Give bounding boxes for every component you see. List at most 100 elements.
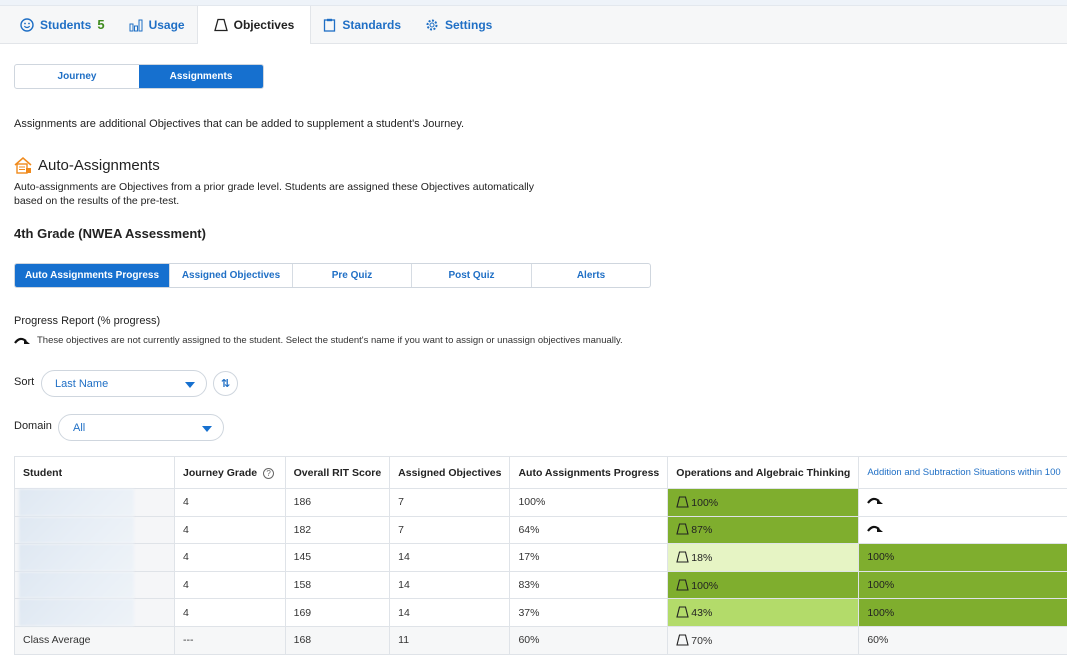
trapezoid-icon [213, 18, 228, 32]
nav-tab-objectives[interactable]: Objectives [196, 6, 312, 44]
domain-label: Domain [14, 420, 52, 432]
student-name-cell[interactable] [14, 543, 175, 572]
operations-algebraic-cell[interactable]: 100% [667, 488, 860, 517]
table-row: 4 158 14 83% 100% 100% [14, 570, 1067, 600]
sort-select[interactable]: Last Name [41, 370, 207, 397]
table-row: 4 182 7 64% 87% [14, 515, 1067, 545]
addition-subtraction-cell[interactable] [858, 515, 1067, 545]
nav-tab-label: Usage [148, 17, 185, 32]
progress-report-note-text: These objectives are not currently assig… [37, 335, 623, 346]
intro-text: Assignments are additional Objectives th… [14, 118, 465, 130]
subtab-alerts[interactable]: Alerts [532, 264, 650, 287]
chevron-down-icon [185, 382, 195, 388]
journey-grade-cell: 4 [174, 543, 286, 572]
assigned-objectives-cell: 7 [389, 488, 511, 517]
redacted-name [19, 544, 134, 571]
progress-report-title: Progress Report (% progress) [14, 315, 161, 327]
header-label: Journey Grade [183, 466, 258, 479]
nav-tab-usage[interactable]: Usage [117, 6, 197, 43]
subtab-assigned-objectives[interactable]: Assigned Objectives [170, 264, 293, 287]
auto-assignments-description: Auto-assignments are Objectives from a p… [14, 181, 535, 207]
auto-assign-icon [14, 157, 32, 174]
assigned-objectives-cell: 7 [389, 515, 511, 545]
redacted-name [19, 571, 134, 599]
addition-subtraction-cell[interactable]: 100% [858, 598, 1067, 627]
operations-algebraic-cell[interactable]: 18% [667, 543, 860, 572]
header-operations-algebraic[interactable]: Operations and Algebraic Thinking [667, 456, 860, 489]
cell-value: 100% [691, 496, 719, 509]
sort-label: Sort [14, 376, 35, 388]
nav-tab-standards[interactable]: Standards [311, 6, 413, 43]
clipboard-icon [324, 18, 336, 32]
main-nav: Students 5 Usage Objectives Standards Se… [0, 6, 1067, 44]
header-journey-grade[interactable]: Journey Grade? [174, 456, 286, 489]
domain-select[interactable]: All [58, 414, 224, 441]
table-row: 4 186 7 100% 100% [14, 488, 1067, 517]
table-row: 4 169 14 37% 43% 100% [14, 598, 1067, 627]
operations-algebraic-cell: 70% [667, 625, 860, 655]
student-name-cell[interactable] [14, 488, 175, 517]
progress-report-note: These objectives are not currently assig… [14, 335, 623, 346]
redacted-name [19, 489, 134, 516]
assignments-tab[interactable]: Assignments [139, 65, 263, 88]
header-addition-subtraction[interactable]: Addition and Subtraction Situations with… [858, 456, 1067, 489]
cell-value: 18% [691, 551, 713, 564]
subtab-pre-quiz[interactable]: Pre Quiz [293, 264, 412, 287]
sort-arrows-icon: ⇅ [220, 378, 231, 390]
nav-tab-label: Settings [445, 17, 493, 32]
redacted-name [19, 516, 134, 544]
auto-assignments-heading: Auto-Assignments [14, 157, 160, 174]
journey-tab[interactable]: Journey [15, 65, 139, 88]
assigned-objectives-cell: 14 [389, 570, 511, 600]
nav-tab-label: Students [40, 17, 92, 32]
addition-subtraction-cell[interactable] [858, 488, 1067, 517]
assigned-objectives-cell: 11 [389, 625, 511, 655]
unassigned-arrow-icon [867, 498, 884, 505]
assigned-objectives-cell: 14 [389, 598, 511, 627]
journey-grade-cell: 4 [174, 598, 286, 627]
cell-value: 87% [691, 524, 713, 537]
rit-score-cell: 186 [284, 488, 391, 517]
operations-algebraic-cell[interactable]: 87% [667, 515, 860, 545]
auto-progress-cell: 100% [509, 488, 669, 517]
auto-progress-cell: 83% [509, 570, 669, 600]
auto-progress-cell: 64% [509, 515, 669, 545]
operations-algebraic-cell[interactable]: 100% [667, 570, 860, 600]
nav-tab-label: Standards [342, 17, 401, 32]
grade-title: 4th Grade (NWEA Assessment) [14, 226, 206, 241]
operations-algebraic-cell[interactable]: 43% [667, 598, 860, 627]
unassigned-arrow-icon [14, 337, 30, 344]
rit-score-cell: 182 [284, 515, 391, 545]
redacted-name [19, 599, 134, 626]
header-auto-progress[interactable]: Auto Assignments Progress [509, 456, 669, 489]
student-name-cell[interactable] [14, 515, 175, 545]
auto-progress-cell: 37% [509, 598, 669, 627]
header-rit-score[interactable]: Overall RIT Score [284, 456, 391, 489]
assigned-objectives-cell: 14 [389, 543, 511, 572]
cell-value: 43% [691, 607, 713, 620]
header-assigned-objectives[interactable]: Assigned Objectives [389, 456, 511, 489]
table-row: 4 145 14 17% 18% 100% [14, 543, 1067, 572]
nav-tab-label: Objectives [233, 18, 295, 32]
nav-tab-students[interactable]: Students 5 [8, 6, 117, 43]
student-name-cell[interactable] [14, 598, 175, 627]
sort-direction-button[interactable]: ⇅ [213, 371, 238, 396]
objective-icon [676, 579, 689, 591]
auto-progress-cell: 60% [509, 625, 669, 655]
student-name-cell[interactable] [14, 570, 175, 600]
header-student[interactable]: Student [14, 456, 175, 489]
help-icon[interactable]: ? [263, 467, 275, 479]
sort-value: Last Name [55, 377, 109, 390]
subtab-post-quiz[interactable]: Post Quiz [412, 264, 532, 287]
subtab-auto-assignments-progress[interactable]: Auto Assignments Progress [15, 264, 170, 287]
objective-icon [676, 523, 689, 535]
addition-subtraction-cell[interactable]: 100% [858, 570, 1067, 600]
class-average-row: Class Average --- 168 11 60% 70% 60% [14, 625, 1067, 655]
journey-grade-cell: 4 [174, 515, 286, 545]
domain-value: All [73, 421, 86, 434]
objective-icon [676, 551, 689, 563]
auto-progress-cell: 17% [509, 543, 669, 572]
cell-value: 100% [691, 579, 719, 592]
nav-tab-settings[interactable]: Settings [413, 6, 504, 43]
addition-subtraction-cell[interactable]: 100% [858, 543, 1067, 572]
